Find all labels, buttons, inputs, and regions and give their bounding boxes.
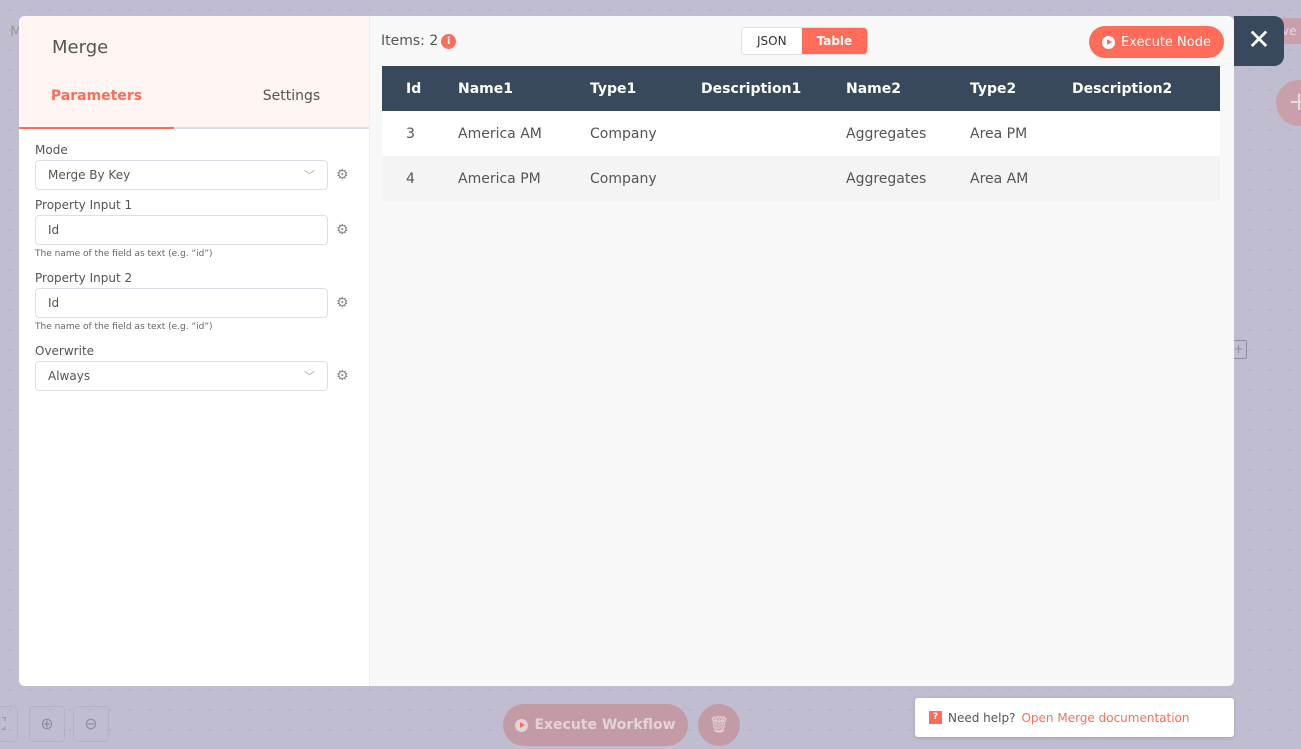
trash-icon: 🗑 <box>708 715 730 734</box>
table-cell <box>1060 156 1220 201</box>
property-input-2-value: Id <box>48 296 60 310</box>
column-header: Id <box>382 66 446 111</box>
play-icon <box>1101 35 1115 49</box>
table-cell <box>689 156 834 201</box>
property-input-2-hint: The name of the field as text (e.g. “id”… <box>35 322 213 332</box>
zoom-in-button[interactable]: ⊕ <box>29 706 65 742</box>
question-icon: ? <box>929 711 942 724</box>
table-cell <box>1060 111 1220 156</box>
tab-parameters[interactable]: Parameters <box>19 88 174 129</box>
help-prefix: Need help? <box>948 710 1016 725</box>
output-panel: Items: 2i JSON Table Execute Node Id Nam… <box>370 16 1234 686</box>
fit-view-button[interactable]: ⛶ <box>0 706 18 742</box>
json-view-button[interactable]: JSON <box>742 28 802 54</box>
chevron-down-icon: ﹀ <box>304 370 315 383</box>
close-icon: ✕ <box>1247 23 1271 56</box>
table-cell: Aggregates <box>846 125 927 142</box>
help-box: ? Need help? Open Merge documentation <box>915 698 1234 737</box>
mode-label: Mode <box>35 143 68 157</box>
column-header: Description1 <box>689 66 834 111</box>
table-cell <box>689 111 834 156</box>
chevron-down-icon: ﹀ <box>304 169 315 182</box>
table-cell: Area PM <box>970 125 1028 142</box>
node-title: Merge <box>52 37 109 58</box>
table-cell: Aggregates <box>846 170 927 187</box>
overwrite-value: Always <box>48 369 91 383</box>
overwrite-select[interactable]: Always ﹀ <box>35 361 328 391</box>
execute-workflow-label: Execute Workflow <box>534 717 676 733</box>
node-details-modal: Merge Parameters Settings Mode Merge By … <box>19 16 1234 686</box>
execute-node-button[interactable]: Execute Node <box>1088 26 1224 58</box>
output-table: Id Name1 Type1 Description1 Name2 Type2 … <box>382 66 1220 201</box>
table-row: 4 America PM Company Aggregates Area AM <box>382 156 1220 201</box>
execute-workflow-button[interactable]: Execute Workflow <box>503 704 688 746</box>
execute-node-label: Execute Node <box>1120 34 1211 50</box>
property-input-2-field[interactable]: Id <box>35 288 328 318</box>
close-button[interactable]: ✕ <box>1234 16 1284 66</box>
table-cell: America AM <box>458 125 542 142</box>
gears-icon[interactable]: ⚙ <box>336 222 349 238</box>
gears-icon[interactable]: ⚙ <box>336 167 349 183</box>
play-icon <box>515 718 529 732</box>
info-icon[interactable]: i <box>441 33 457 49</box>
table-cell: 3 <box>406 125 415 142</box>
column-header: Name2 <box>834 66 958 111</box>
mode-value: Merge By Key <box>48 168 131 182</box>
documentation-link[interactable]: Open Merge documentation <box>1021 711 1189 725</box>
property-input-1-value: Id <box>48 223 60 237</box>
table-cell: 4 <box>406 170 415 187</box>
gears-icon[interactable]: ⚙ <box>336 368 349 384</box>
tab-settings[interactable]: Settings <box>214 88 369 104</box>
property-input-1-hint: The name of the field as text (e.g. “id”… <box>35 249 213 259</box>
mode-select[interactable]: Merge By Key ﹀ <box>35 160 328 190</box>
items-count: Items: 2 <box>381 33 439 49</box>
column-header: Type1 <box>578 66 689 111</box>
property-input-1-label: Property Input 1 <box>35 198 133 212</box>
property-input-1-field[interactable]: Id <box>35 215 328 245</box>
table-row: 3 America AM Company Aggregates Area PM <box>382 111 1220 156</box>
table-cell: America PM <box>458 170 541 187</box>
delete-button[interactable]: 🗑 <box>698 704 740 746</box>
overwrite-label: Overwrite <box>35 344 95 358</box>
column-header: Name1 <box>446 66 578 111</box>
column-header: Type2 <box>958 66 1060 111</box>
parameters-panel: Merge Parameters Settings Mode Merge By … <box>19 16 370 686</box>
table-cell: Area AM <box>970 170 1029 187</box>
table-view-button[interactable]: Table <box>801 28 868 54</box>
column-header: Description2 <box>1060 66 1220 111</box>
gears-icon[interactable]: ⚙ <box>336 295 349 311</box>
table-cell: Company <box>590 170 657 187</box>
table-cell: Company <box>590 125 657 142</box>
zoom-out-button[interactable]: ⊖ <box>73 706 109 742</box>
property-input-2-label: Property Input 2 <box>35 271 133 285</box>
view-toggle: JSON Table <box>741 27 869 55</box>
